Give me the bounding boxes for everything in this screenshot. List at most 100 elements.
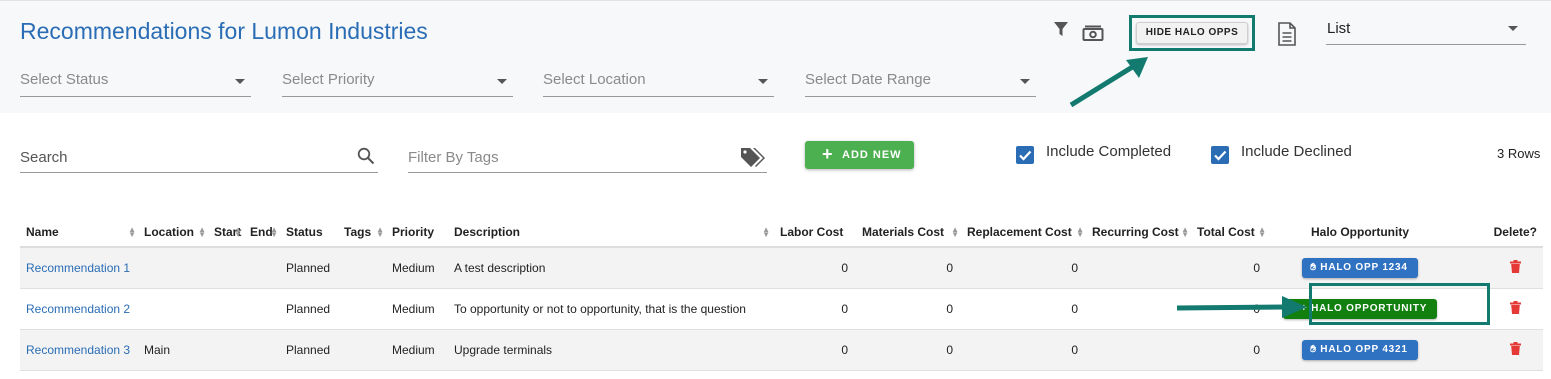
column-header-end[interactable]: End ▲ ▼ [244, 218, 280, 248]
cell-location [138, 247, 208, 289]
header-panel: Recommendations for Lumon Industries HID… [0, 0, 1551, 113]
cell-status: Planned [280, 247, 338, 289]
cell-labor-cost: 0 [772, 329, 856, 371]
table-header-row: Name ▲ ▼ Location ▲ ▼ Start ▲ ▼ End ▲ ▼ Status T… [20, 218, 1543, 248]
column-header-priority[interactable]: Priority [386, 218, 448, 248]
cell-status: Planned [280, 288, 338, 330]
column-header-description[interactable]: Description ▲ ▼ [448, 218, 772, 248]
chevron-down-icon [758, 79, 768, 84]
search-placeholder: Search [20, 149, 68, 166]
sort-icon: ▲ ▼ [1258, 225, 1266, 239]
sort-icon: ▲ ▼ [128, 225, 136, 239]
hide-halo-opps-button[interactable]: HIDE HALO OPPS [1136, 22, 1248, 44]
cell-labor-cost: 0 [772, 288, 856, 330]
cell-recurring-cost [1086, 329, 1191, 371]
filter-icon[interactable] [1053, 21, 1069, 37]
cell-start [208, 288, 244, 330]
sort-icon: ▲ ▼ [1181, 225, 1189, 239]
chevron-down-icon [1508, 26, 1518, 31]
annotation-arrow-up [1069, 57, 1148, 108]
column-header-name[interactable]: Name ▲ ▼ [20, 218, 138, 248]
cell-status: Planned [280, 329, 338, 371]
add-new-label: ADD NEW [842, 149, 902, 161]
column-header-tags[interactable]: Tags ▲ ▼ [338, 218, 386, 248]
cell-priority: Medium [386, 288, 448, 330]
cell-end [244, 247, 280, 289]
cell-replacement-cost: 0 [961, 288, 1086, 330]
priority-filter-select[interactable]: Select Priority [282, 67, 513, 97]
view-mode-value: List [1327, 20, 1351, 37]
annotation-arrow-right [1176, 296, 1307, 318]
checkmark-icon [1214, 150, 1227, 161]
sort-icon: ▲ ▼ [234, 225, 242, 239]
cell-materials-cost: 0 [856, 288, 961, 330]
document-icon[interactable] [1277, 22, 1297, 46]
cell-halo-opportunity: ✋︎ HALO OPP 4321 [1268, 329, 1452, 371]
cell-location: Main [138, 329, 208, 371]
trash-icon[interactable] [1510, 259, 1521, 273]
location-filter-placeholder: Select Location [543, 71, 646, 88]
search-input[interactable]: Search [20, 144, 378, 173]
include-completed-checkbox[interactable] [1016, 146, 1034, 164]
plus-icon: + [822, 144, 834, 164]
sort-icon: ▲ ▼ [376, 225, 384, 239]
cell-start [208, 247, 244, 289]
include-declined-checkbox[interactable] [1211, 146, 1229, 164]
column-header-halo-opportunity: Halo Opportunity [1268, 218, 1452, 248]
sort-icon: ▲ ▼ [270, 225, 278, 239]
add-new-button[interactable]: + ADD NEW [805, 141, 914, 169]
chevron-down-icon [1020, 79, 1030, 84]
annotation-highlight-box [1309, 283, 1490, 325]
cell-end [244, 288, 280, 330]
rows-count: 3 Rows [1497, 146, 1541, 161]
sort-icon: ▲ ▼ [951, 225, 959, 239]
cell-description: To opportunity or not to opportunity, th… [448, 288, 772, 330]
priority-filter-placeholder: Select Priority [282, 71, 375, 88]
sort-icon: ▲ ▼ [762, 225, 770, 239]
include-completed-label: Include Completed [1046, 143, 1172, 160]
column-header-total-cost[interactable]: Total Cost ▲ ▼ [1191, 218, 1268, 248]
chevron-down-icon [497, 79, 507, 84]
recommendation-name-link[interactable]: Recommendation 1 [20, 247, 138, 289]
search-icon[interactable] [357, 147, 375, 165]
halo-opp-button[interactable]: ✋︎ HALO OPP 4321 [1302, 339, 1418, 360]
recommendation-name-link[interactable]: Recommendation 3 [20, 329, 138, 371]
cash-icon[interactable] [1082, 25, 1104, 42]
page-title: Recommendations for Lumon Industries [20, 18, 428, 44]
column-header-labor-cost[interactable]: Labor Cost [772, 218, 856, 248]
column-header-recurring-cost[interactable]: Recurring Cost ▲ ▼ [1086, 218, 1191, 248]
date-range-filter-select[interactable]: Select Date Range [805, 67, 1036, 97]
cell-total-cost: 0 [1191, 247, 1268, 289]
cell-materials-cost: 0 [856, 329, 961, 371]
tags-icon[interactable] [739, 146, 767, 168]
recommendation-name-link[interactable]: Recommendation 2 [20, 288, 138, 330]
trash-icon[interactable] [1510, 341, 1521, 355]
halo-opp-label: HALO OPP 4321 [1320, 343, 1408, 355]
handshake-icon: ✋︎ [1310, 343, 1317, 355]
table-row: Recommendation 1 Planned Medium A test d… [20, 247, 1543, 289]
date-range-filter-placeholder: Select Date Range [805, 71, 931, 88]
cell-description: A test description [448, 247, 772, 289]
location-filter-select[interactable]: Select Location [543, 67, 774, 97]
halo-opp-button[interactable]: ✋︎ HALO OPP 1234 [1302, 257, 1418, 278]
cell-description: Upgrade terminals [448, 329, 772, 371]
column-header-location[interactable]: Location ▲ ▼ [138, 218, 208, 248]
cell-priority: Medium [386, 247, 448, 289]
tags-filter-input[interactable]: Filter By Tags [408, 144, 767, 173]
cell-labor-cost: 0 [772, 247, 856, 289]
cell-delete [1452, 329, 1543, 371]
chevron-down-icon [235, 79, 245, 84]
column-header-replacement-cost[interactable]: Replacement Cost ▲ ▼ [961, 218, 1086, 248]
view-mode-select[interactable]: List [1326, 18, 1526, 45]
column-header-materials-cost[interactable]: Materials Cost ▲ ▼ [856, 218, 961, 248]
cell-replacement-cost: 0 [961, 247, 1086, 289]
halo-opp-label: HALO OPP 1234 [1320, 261, 1408, 273]
cell-tags [338, 288, 386, 330]
status-filter-select[interactable]: Select Status [20, 67, 251, 97]
trash-icon[interactable] [1510, 300, 1521, 314]
column-header-start[interactable]: Start ▲ ▼ [208, 218, 244, 248]
cell-tags [338, 247, 386, 289]
column-header-status[interactable]: Status [280, 218, 338, 248]
cell-delete [1452, 247, 1543, 289]
table-row: Recommendation 3 Main Planned Medium Upg… [20, 329, 1543, 371]
